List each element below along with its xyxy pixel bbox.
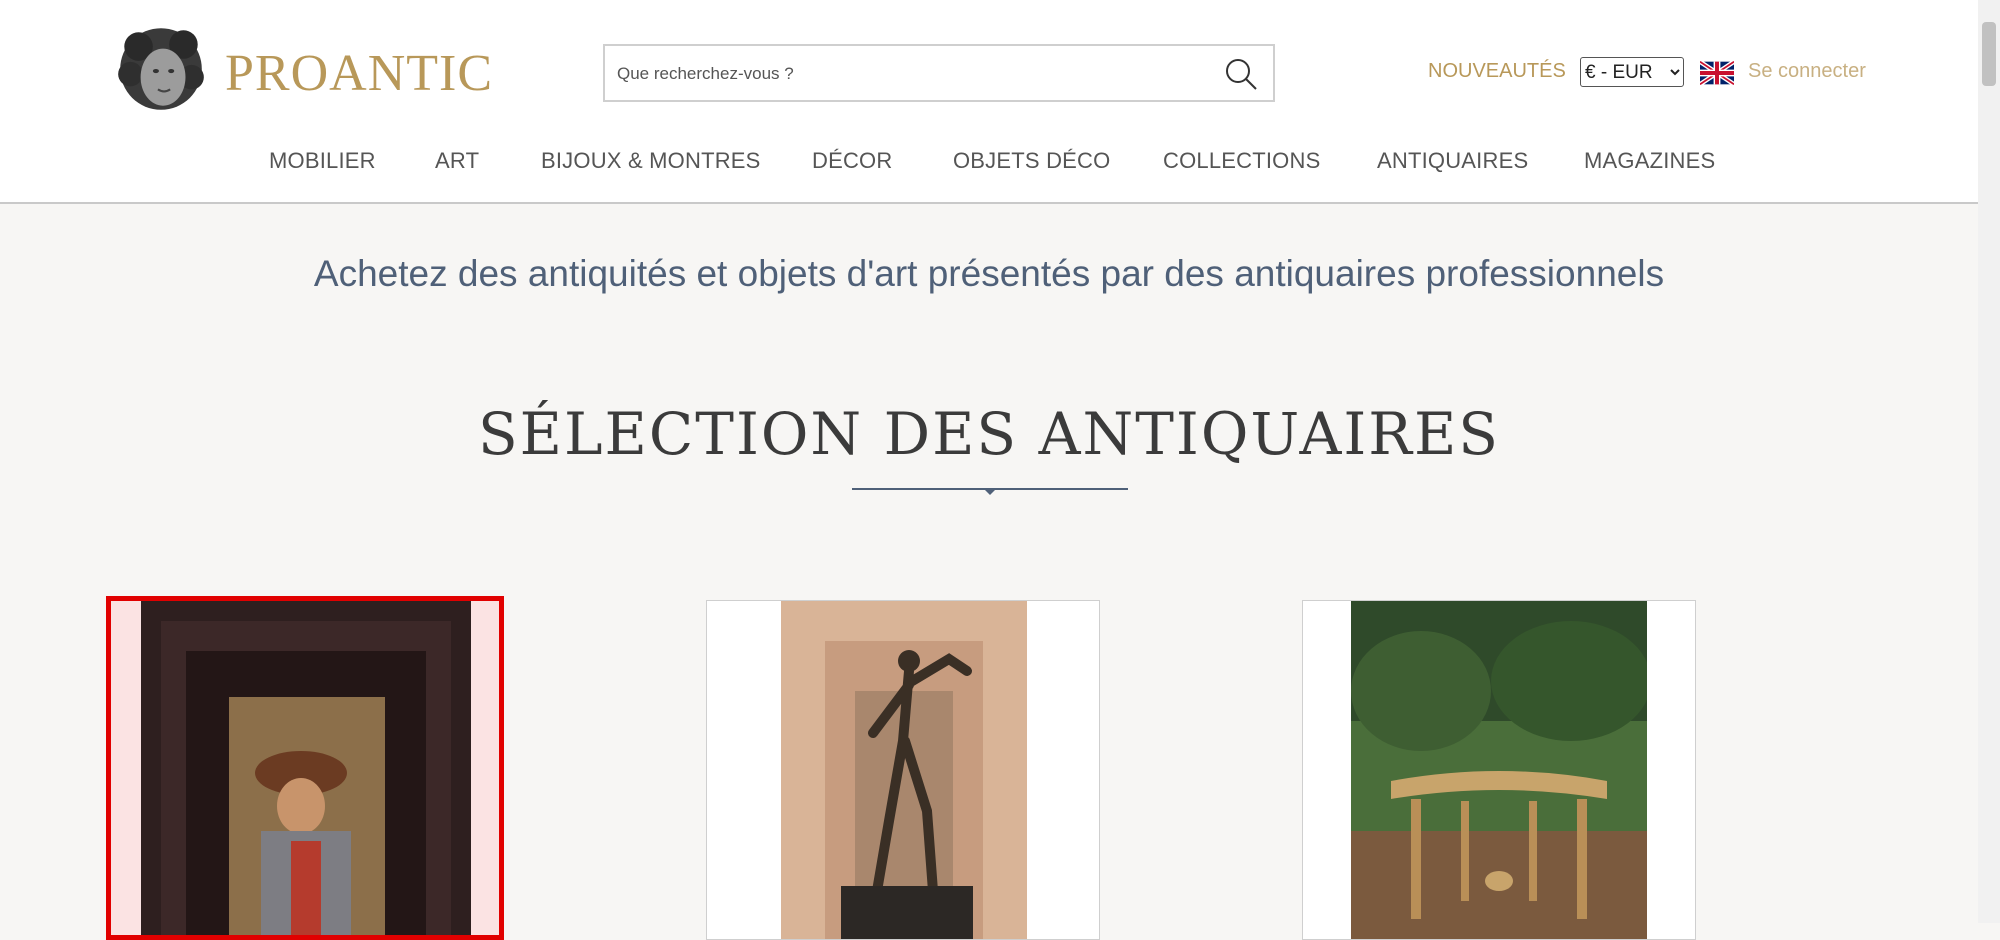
tagline: Achetez des antiquités et objets d'art p… — [313, 253, 1665, 294]
framed-painting-image[interactable] — [141, 601, 471, 940]
bronze-statue-image[interactable] — [781, 601, 1027, 940]
divider-arrow-icon — [983, 488, 997, 495]
nav-item-decor[interactable]: DÉCOR — [812, 148, 892, 174]
login-link[interactable]: Se connecter — [1748, 60, 1866, 83]
scrollbar-thumb[interactable] — [1982, 22, 1996, 86]
search-input[interactable] — [615, 46, 1209, 102]
search-box — [603, 44, 1275, 102]
nav-item-magazines[interactable]: MAGAZINES — [1584, 148, 1715, 174]
section-title: SÉLECTION DES ANTIQUAIRES — [477, 400, 1501, 468]
search-icon[interactable] — [1223, 56, 1259, 92]
product-card-console[interactable] — [1302, 600, 1696, 940]
nav-item-bijoux-montres[interactable]: BIJOUX & MONTRES — [541, 148, 761, 174]
currency-select[interactable]: € - EUR — [1580, 57, 1684, 87]
logo-text[interactable]: PROANTIC — [225, 44, 493, 103]
product-card-painting[interactable] — [106, 596, 504, 940]
scrollbar[interactable] — [1978, 0, 2000, 923]
uk-flag-icon[interactable] — [1700, 61, 1734, 85]
nav-item-antiquaires[interactable]: ANTIQUAIRES — [1377, 148, 1528, 174]
nouveautes-link[interactable]: NOUVEAUTÉS — [1428, 60, 1566, 83]
nav-item-art[interactable]: ART — [435, 148, 479, 174]
gilded-console-image[interactable] — [1351, 601, 1647, 940]
main-nav: MOBILIER ART BIJOUX & MONTRES DÉCOR OBJE… — [0, 148, 1978, 182]
nav-item-mobilier[interactable]: MOBILIER — [269, 148, 376, 174]
logo-head-icon[interactable] — [110, 18, 212, 120]
site-header: PROANTIC NOUVEAUTÉS € - EUR Se connecter… — [0, 0, 1978, 204]
nav-item-collections[interactable]: COLLECTIONS — [1163, 148, 1320, 174]
product-card-statue[interactable] — [706, 600, 1100, 940]
nav-item-objets-deco[interactable]: OBJETS DÉCO — [953, 148, 1110, 174]
